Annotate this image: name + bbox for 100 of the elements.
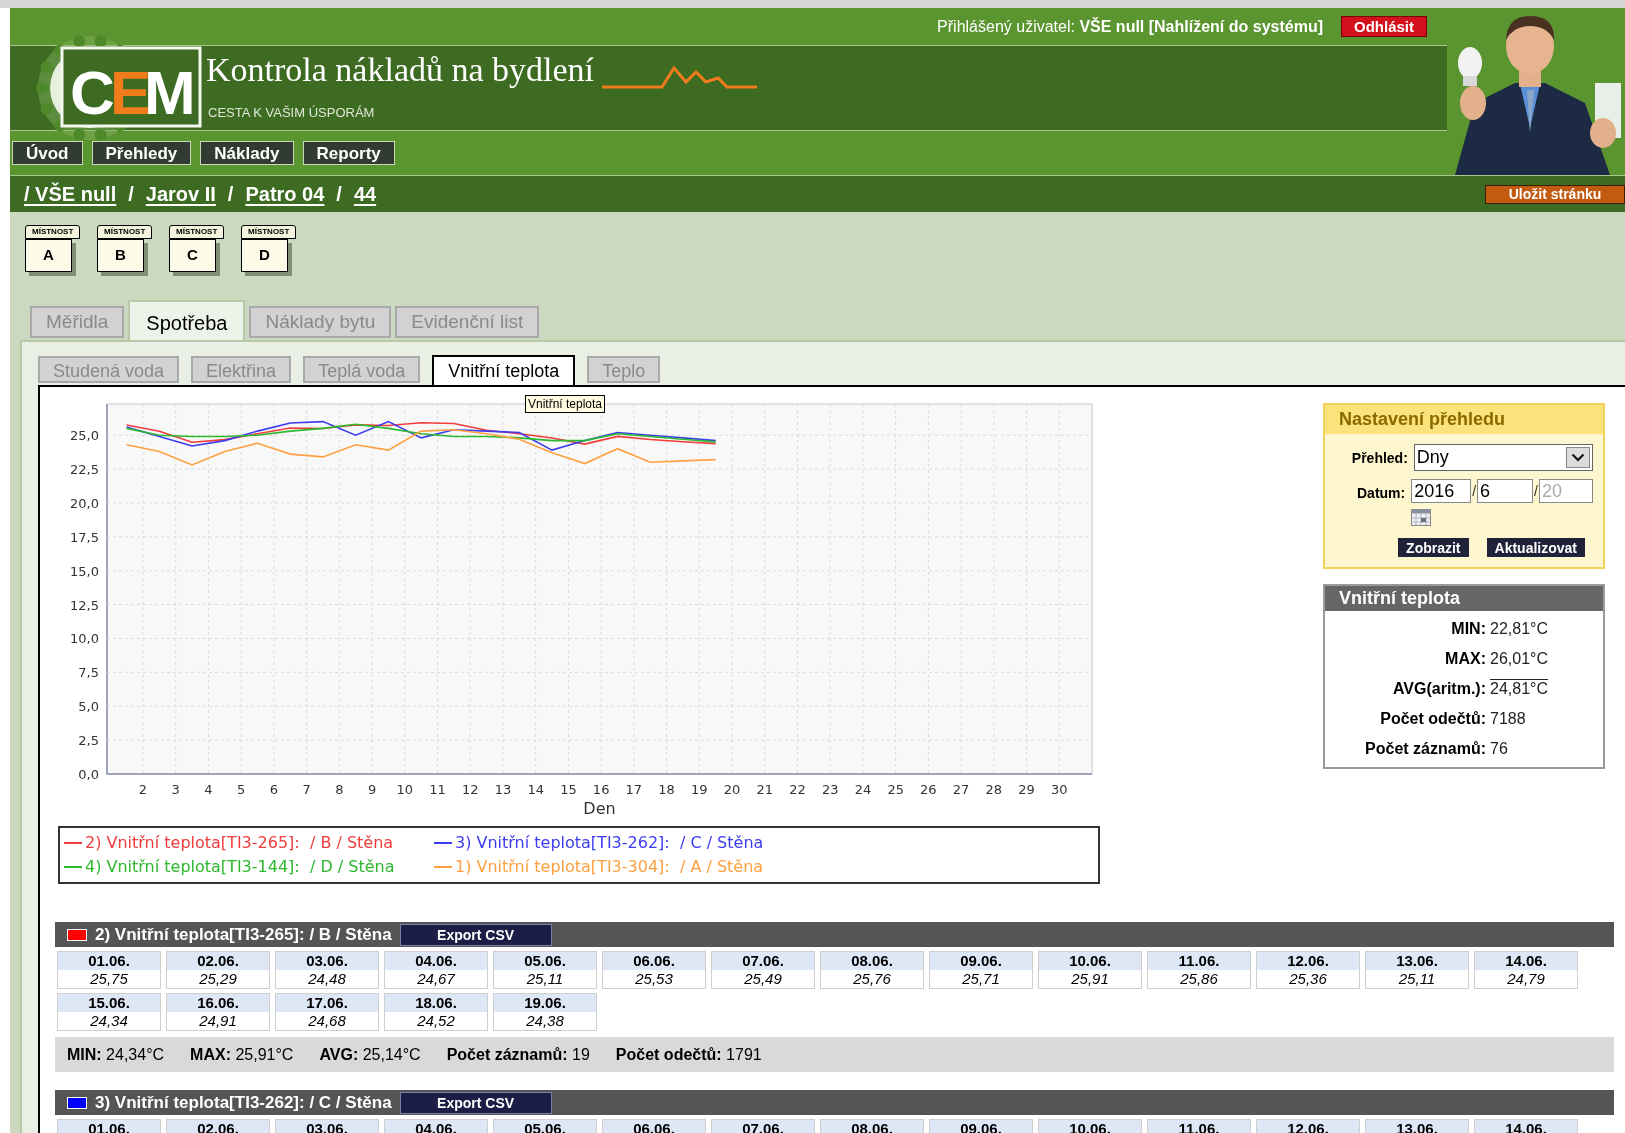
room-tab[interactable]: MÍSTNOST D: [241, 225, 313, 272]
data-cell: 19.06. 24,38: [493, 993, 597, 1031]
save-page-button[interactable]: Uložit stránku: [1485, 184, 1625, 204]
breadcrumb-link[interactable]: Jarov II: [145, 179, 216, 209]
axis-label: 2: [138, 782, 148, 797]
data-cell: 06.06. 25,53: [602, 951, 706, 989]
breadcrumb-link[interactable]: 44: [353, 179, 377, 209]
legend-label: 1) Vnitřní teplota[TI3-304]: / A / Stěna: [455, 856, 764, 878]
data-cell: 13.06. 25,11: [1365, 951, 1469, 989]
data-cell: 14.06. 24,79: [1474, 951, 1578, 989]
logout-button[interactable]: Odhlásit: [1341, 16, 1427, 37]
stat-text: Počet záznamů: 19: [446, 1044, 590, 1065]
axis-label: 17,5: [70, 529, 99, 545]
calendar-icon[interactable]: [1411, 509, 1432, 526]
dropdown[interactable]: Dny: [1413, 444, 1593, 471]
date-input[interactable]: 2016: [1411, 479, 1472, 503]
axis-label: 0,0: [78, 767, 99, 782]
axis-label: 4: [204, 782, 213, 797]
axis-label: 6: [269, 782, 279, 797]
stat-text: MAX: 25,91°C: [190, 1044, 294, 1065]
axis-label: 7: [302, 782, 311, 797]
export-button[interactable]: Export CSV: [399, 1091, 552, 1114]
axis-label: 12: [461, 782, 479, 797]
axis-label: 11: [429, 782, 446, 797]
axis-label: 20: [723, 782, 741, 797]
date-input[interactable]: 20: [1539, 479, 1593, 503]
data-cell: 11.06. 25,86: [1147, 951, 1251, 989]
breadcrumb-separator: /: [227, 182, 234, 207]
app-title: Kontrola nákladů na bydlení: [206, 53, 595, 88]
tab[interactable]: Spotřeba: [128, 300, 246, 340]
axis-label: 9: [367, 782, 377, 797]
panel-title: Vnitřní teplota: [1325, 586, 1603, 611]
data-cell: 15.06. 24,34: [57, 993, 161, 1031]
action-button[interactable]: Zobrazit: [1398, 538, 1469, 557]
app-tagline: CESTA K VAŠIM ÚSPORÁM: [208, 104, 376, 123]
stat-text: Počet odečtů: 1791: [615, 1044, 762, 1065]
panel-title: Nastavení přehledu: [1325, 405, 1603, 434]
axis-label: 10: [396, 782, 414, 797]
stat-label: MAX:: [1444, 649, 1487, 669]
axis-label: 29: [1018, 782, 1035, 797]
axis-label: 22: [789, 782, 806, 797]
field-label: Přehled:: [1350, 449, 1409, 468]
breadcrumb-link[interactable]: / VŠE null: [24, 179, 117, 209]
room-tab[interactable]: MÍSTNOST C: [169, 225, 241, 272]
axis-label: 20,0: [70, 495, 99, 511]
axis-label: 7,5: [78, 665, 99, 681]
date-separator: /: [1533, 481, 1539, 501]
axis-label: 16: [592, 782, 610, 797]
stat-value: 24,81°C: [1490, 680, 1548, 697]
axis-label: 23: [821, 782, 839, 797]
logged-in-user-text: Přihlášený uživatel: VŠE null [Nahlížení do systému]: [937, 16, 1323, 37]
chevron-down-icon: [1571, 453, 1585, 462]
section-title: 2) Vnitřní teplota[TI3-265]: / B / Stěna: [95, 923, 392, 946]
axis-label: 17: [625, 782, 643, 797]
axis-label: 15: [560, 782, 577, 797]
axis-label: 5,0: [78, 699, 99, 715]
data-cell: 05.06. 25,11: [493, 951, 597, 989]
axis-label: 14: [527, 782, 544, 797]
sub-tab[interactable]: Vnitřní teplota: [432, 355, 576, 385]
axis-label: 10,0: [70, 631, 99, 647]
axis-label: 30: [1051, 782, 1068, 797]
data-cell: 02.06. 25,29: [166, 951, 270, 989]
breadcrumb-link[interactable]: Patro 04: [245, 179, 325, 209]
date-input[interactable]: 6: [1477, 479, 1534, 503]
axis-title: Den: [583, 799, 616, 816]
axis-label: 26: [920, 782, 937, 797]
axis-label: 28: [985, 782, 1003, 797]
axis-label: 12,5: [70, 597, 99, 613]
axis-label: 25,0: [70, 428, 99, 444]
export-button[interactable]: Export CSV: [399, 923, 552, 946]
breadcrumb-separator: /: [128, 182, 134, 207]
data-cell: 08.06. 25,76: [820, 951, 924, 989]
data-cell: 01.06. 25,75: [57, 951, 161, 989]
data-cell: 03.06. 24,48: [275, 951, 379, 989]
nav-button[interactable]: Náklady: [200, 141, 294, 165]
stat-value: 26,01°C: [1490, 650, 1548, 667]
axis-label: 15,0: [70, 563, 99, 579]
axis-label: 19: [691, 782, 708, 797]
room-tab[interactable]: MÍSTNOST A: [25, 225, 97, 272]
room-tab[interactable]: MÍSTNOST B: [97, 225, 169, 272]
axis-label: 22,5: [70, 462, 99, 478]
nav-button[interactable]: Reporty: [302, 141, 395, 165]
stat-label: AVG(aritm.):: [1391, 679, 1487, 699]
nav-button[interactable]: Úvod: [12, 141, 83, 165]
axis-label: 8: [335, 782, 344, 797]
stat-label: MIN:: [1450, 619, 1487, 639]
section-title: 3) Vnitřní teplota[TI3-262]: / C / Stěna: [95, 1091, 392, 1114]
date-separator: /: [1471, 481, 1478, 501]
data-cell: 07.06. 25,49: [711, 951, 815, 989]
axis-label: 25: [887, 782, 904, 797]
action-button[interactable]: Aktualizovat: [1486, 538, 1585, 557]
stat-text: AVG: 25,14°C: [319, 1044, 421, 1065]
data-cell: 18.06. 24,52: [384, 993, 488, 1031]
legend-label: 2) Vnitřní teplota[TI3-265]: / B / Stěna: [85, 832, 394, 854]
data-cell: 12.06. 25,36: [1256, 951, 1360, 989]
axis-label: 5: [237, 782, 246, 797]
stat-value: 22,81°C: [1490, 620, 1548, 637]
axis-label: 24: [854, 782, 872, 797]
nav-button[interactable]: Přehledy: [91, 141, 192, 165]
legend-label: 3) Vnitřní teplota[TI3-262]: / C / Stěna: [455, 832, 764, 854]
